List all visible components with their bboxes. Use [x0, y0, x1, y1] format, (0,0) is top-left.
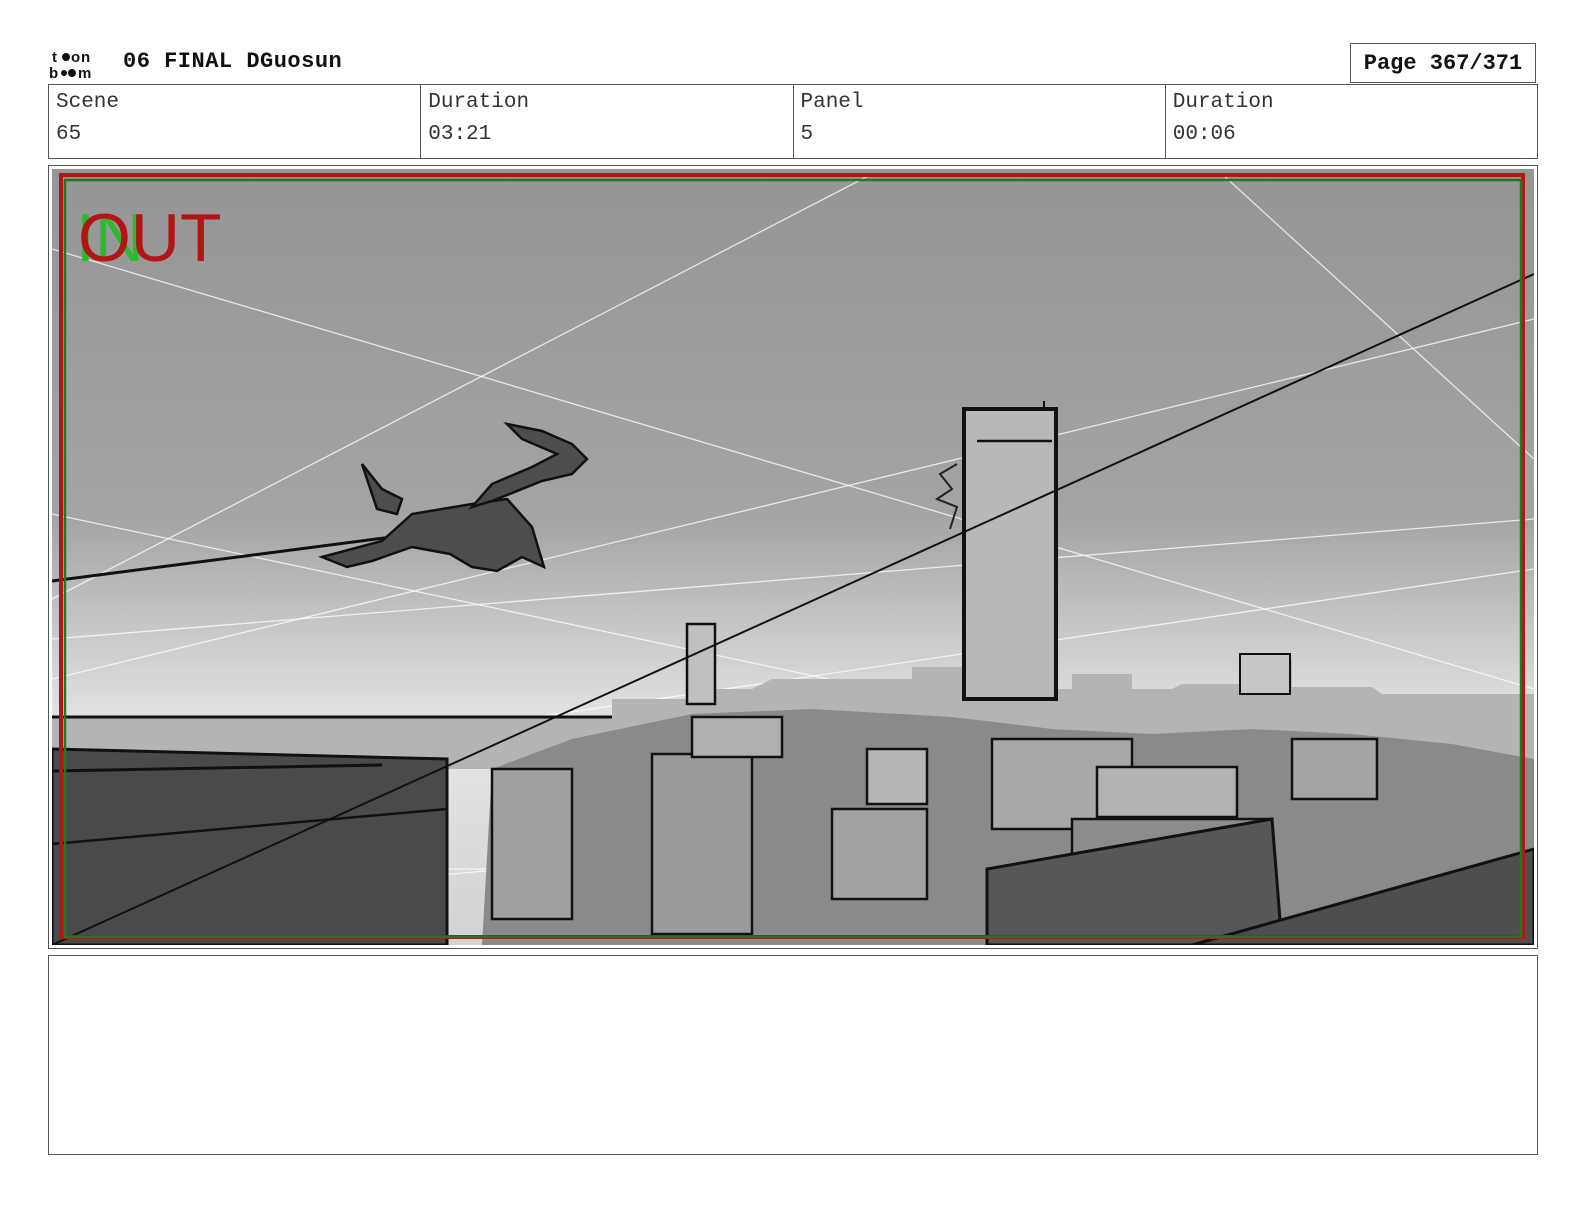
scene-info-table: Scene 65 Duration 03:21 Panel 5 Duration…	[48, 84, 1538, 159]
mid-tower	[685, 622, 717, 706]
scene-value: 65	[56, 123, 82, 146]
out-marker: OUT	[78, 200, 222, 276]
svg-text:b: b	[49, 65, 58, 80]
scene-duration-label: Duration	[428, 91, 530, 114]
foreground-rooftop-left	[52, 747, 449, 945]
panel-duration-label: Duration	[1172, 91, 1274, 114]
panel-label: Panel	[800, 91, 864, 114]
scene-label: Scene	[56, 91, 120, 114]
right-tower	[1239, 653, 1291, 695]
scene-duration-value: 03:21	[428, 123, 492, 146]
svg-text:n: n	[81, 49, 90, 66]
panel-duration-value: 00:06	[1172, 123, 1236, 146]
panel-value: 5	[800, 123, 814, 146]
svg-text:o: o	[71, 49, 80, 66]
svg-text:m: m	[78, 65, 91, 80]
panel-duration-cell: Duration 00:06	[1166, 85, 1537, 158]
document-title: 06 FINAL DGuosun	[123, 49, 343, 74]
storyboard-panel: IN OUT	[48, 165, 1538, 949]
page-number: Page 367/371	[1350, 43, 1536, 83]
scene-duration-cell: Duration 03:21	[421, 85, 794, 158]
notes-box	[48, 955, 1538, 1155]
toon-boom-logo: t o n b m	[49, 49, 91, 80]
svg-text:t: t	[52, 49, 57, 66]
panel-drawing: IN OUT	[52, 169, 1534, 945]
panel-cell: Panel 5	[794, 85, 1166, 158]
scene-cell: Scene 65	[49, 85, 422, 158]
